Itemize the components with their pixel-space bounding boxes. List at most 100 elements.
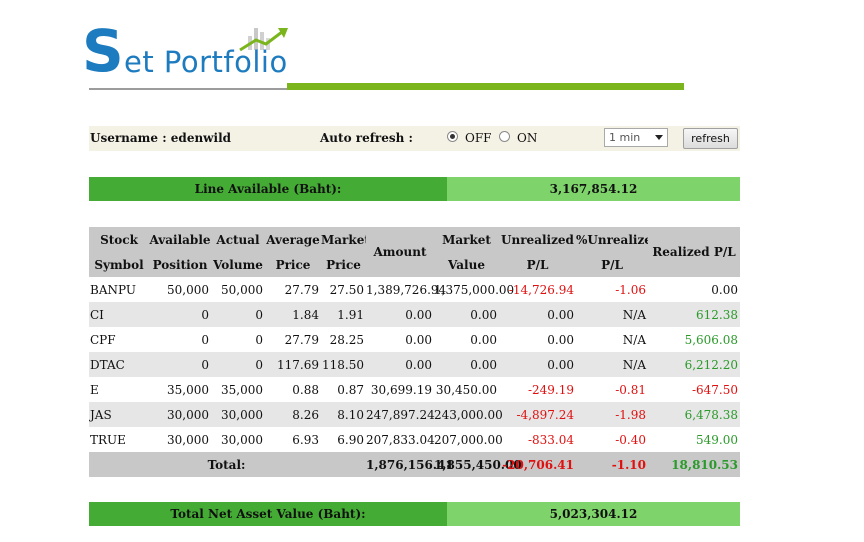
table-cell: 30,000 <box>211 402 265 427</box>
column-header: Market <box>434 227 499 252</box>
username-label: Username : edenwild <box>90 131 232 145</box>
total-market-value: 1,855,450.00 <box>434 452 522 477</box>
column-header-line2: P/L <box>499 252 576 277</box>
table-cell: 28.25 <box>329 332 364 347</box>
table-cell: -4,897.24 <box>499 402 576 427</box>
stock-symbol-cell: CPF <box>90 332 116 347</box>
column-header: Available <box>149 227 211 252</box>
total-nav-bar: Total Net Asset Value (Baht): 5,023,304.… <box>89 502 740 526</box>
table-cell: -0.40 <box>615 432 646 447</box>
table-cell: 50,000 <box>221 282 263 297</box>
logo-letter-s: S <box>82 17 124 85</box>
total-nav-value: 5,023,304.12 <box>447 502 740 526</box>
table-cell: -1.06 <box>615 282 646 297</box>
table-row: CPF 0 0 27.79 28.25 0.00 0.00 0.00 N/A 5,606.08 <box>89 327 740 352</box>
table-cell: 27.79 <box>284 282 319 297</box>
header-divider-gray <box>89 88 287 90</box>
header-divider <box>89 83 684 90</box>
table-cell: 5,606.08 <box>684 332 738 347</box>
table-row: BANPU 50,000 50,000 27.79 27.50 1,389,726.94 1… <box>89 277 740 302</box>
on-label[interactable]: ON <box>517 126 537 151</box>
total-nav-label: Total Net Asset Value (Baht): <box>89 502 447 526</box>
table-cell: 1,375,000.00 <box>434 282 515 297</box>
table-cell: 30,000 <box>221 432 263 447</box>
total-label: Total: <box>89 452 366 477</box>
stock-symbol-cell: TRUE <box>90 432 126 447</box>
table-row: JAS 30,000 30,000 8.26 8.10 247,897.24 243,000… <box>89 402 740 427</box>
table-cell: 8.10 <box>321 402 366 427</box>
table-cell: 6.93 <box>292 432 319 447</box>
total-row: Total: 1,876,156.41 1,855,450.00 -20,706.41… <box>89 452 740 477</box>
line-available-value: 3,167,854.12 <box>447 177 740 201</box>
column-header: Realized P/L <box>648 227 740 277</box>
auto-refresh-label: Auto refresh : <box>320 131 413 145</box>
table-cell: 30,000 <box>167 432 209 447</box>
table-cell: 0.00 <box>434 352 499 377</box>
table-cell: 117.69 <box>265 352 321 377</box>
column-header: Stock <box>89 227 149 252</box>
table-cell: 0 <box>255 332 263 347</box>
refresh-interval-value: 1 min <box>609 131 641 144</box>
table-cell: 0.00 <box>547 332 574 347</box>
portfolio-table: Stock Available Actual Average Market Amount M… <box>89 227 740 477</box>
table-cell: 549.00 <box>696 432 738 447</box>
table-cell: 1,389,726.94 <box>366 282 447 297</box>
table-cell: N/A <box>622 332 646 347</box>
column-header-line2: Value <box>434 252 499 277</box>
total-unrealized-pl: -20,706.41 <box>499 452 576 477</box>
column-header: Average <box>265 227 321 252</box>
auto-refresh-off-radio[interactable] <box>447 131 458 142</box>
table-cell: -249.19 <box>527 382 574 397</box>
off-label[interactable]: OFF <box>465 126 492 151</box>
table-cell: 1.91 <box>321 302 366 327</box>
column-header: Actual <box>211 227 265 252</box>
table-cell: 0 <box>201 332 209 347</box>
column-header: %Unrealized <box>576 227 648 252</box>
table-cell: 207,833.04 <box>366 432 435 447</box>
table-cell: 8.26 <box>265 402 321 427</box>
logo-text: et Portfolio <box>124 45 288 79</box>
table-cell: 0.00 <box>366 352 434 377</box>
column-header-line2: Volume <box>211 252 265 277</box>
table-cell: 0.87 <box>337 382 364 397</box>
table-row: E 35,000 35,000 0.88 0.87 30,699.19 30,450.00 -… <box>89 377 740 402</box>
table-cell: 118.50 <box>321 352 366 377</box>
table-cell: -14,726.94 <box>508 282 574 297</box>
table-cell: 0.00 <box>711 282 738 297</box>
table-cell: 50,000 <box>167 282 209 297</box>
table-cell: 0.00 <box>499 352 576 377</box>
stock-symbol-cell: BANPU <box>90 282 136 297</box>
table-cell: -647.50 <box>691 382 738 397</box>
column-header-line2: P/L <box>576 252 648 277</box>
stock-symbol-cell: E <box>90 382 99 397</box>
line-available-bar: Line Available (Baht): 3,167,854.12 <box>89 177 740 201</box>
table-cell: 30,000 <box>149 402 211 427</box>
table-cell: 0.00 <box>366 302 434 327</box>
table-cell: 0 <box>211 302 265 327</box>
table-cell: 6,212.20 <box>648 352 740 377</box>
table-cell: -1.98 <box>576 402 648 427</box>
set-portfolio-logo: S et Portfolio <box>82 20 292 84</box>
table-cell: 6.90 <box>337 432 364 447</box>
stock-symbol-cell: JAS <box>89 402 149 427</box>
table-cell: 27.79 <box>284 332 319 347</box>
table-cell: N/A <box>576 352 648 377</box>
table-cell: 30,699.19 <box>370 382 432 397</box>
table-body: BANPU 50,000 50,000 27.79 27.50 1,389,726.94 1… <box>89 277 740 477</box>
table-cell: 0.00 <box>434 302 499 327</box>
stock-symbol-cell: CI <box>89 302 149 327</box>
refresh-button[interactable]: refresh <box>683 128 738 149</box>
table-cell: 243,000.00 <box>434 402 503 427</box>
table-cell: 207,000.00 <box>434 432 503 447</box>
table-cell: 35,000 <box>167 382 209 397</box>
table-cell: 30,450.00 <box>435 382 497 397</box>
column-header: Market <box>321 227 366 252</box>
table-row: DTAC 0 0 117.69 118.50 0.00 0.00 0.00 N/A 6,212.2… <box>89 352 740 377</box>
auto-refresh-on-radio[interactable] <box>499 131 510 142</box>
refresh-interval-select[interactable]: 1 min <box>604 128 668 147</box>
table-cell: 0.00 <box>470 332 497 347</box>
table-row: CI 0 0 1.84 1.91 0.00 0.00 0.00 N/A 612.38 <box>89 302 740 327</box>
table-cell: N/A <box>576 302 648 327</box>
table-cell: 0.00 <box>499 302 576 327</box>
control-bar: Username : edenwild Auto refresh : OFF O… <box>89 126 740 151</box>
